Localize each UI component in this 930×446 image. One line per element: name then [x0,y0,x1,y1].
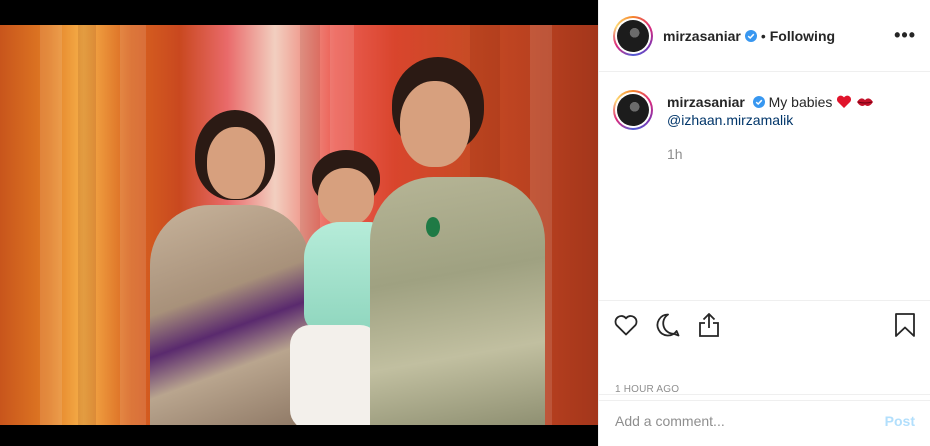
person-left [140,105,310,425]
post-photo[interactable] [0,25,598,425]
comment-input[interactable] [615,412,885,429]
verified-badge-icon [744,29,757,42]
comment-button[interactable] [655,312,681,338]
red-heart-emoji-icon [837,95,852,108]
avatar[interactable] [613,15,653,56]
comments-section: mirzasaniar My babies @izhaan.mirzamalik [599,72,930,301]
more-options-icon[interactable]: ••• [894,25,916,46]
save-button[interactable] [894,312,916,338]
action-bar [599,301,930,349]
kiss-lips-emoji-icon [857,98,874,106]
caption-text: My babies [768,94,833,110]
add-comment-bar: Post [599,394,930,446]
bookmark-icon [895,313,915,337]
post-comment-button[interactable]: Post [885,413,915,429]
mention-link[interactable]: @izhaan.mirzamalik [667,111,874,129]
person-right [370,57,550,425]
instagram-post-modal: mirzasaniar • Following ••• mirzasaniar [0,0,930,446]
comment-bubble-icon [656,313,680,337]
caption-time: 1h [667,146,683,162]
header-separator: • [760,27,766,44]
header-username[interactable]: mirzasaniar [663,28,741,44]
like-button[interactable] [613,313,639,337]
following-button[interactable]: Following [770,28,835,44]
share-icon [699,313,719,337]
post-sidebar: mirzasaniar • Following ••• mirzasaniar [598,0,930,446]
caption-avatar[interactable] [613,90,653,130]
post-header: mirzasaniar • Following ••• [599,0,930,72]
share-button[interactable] [697,312,721,338]
caption-row: mirzasaniar My babies @izhaan.mirzamalik [613,90,916,163]
verified-badge-icon [752,96,765,108]
caption-username[interactable]: mirzasaniar [667,94,745,110]
heart-outline-icon [614,315,638,336]
